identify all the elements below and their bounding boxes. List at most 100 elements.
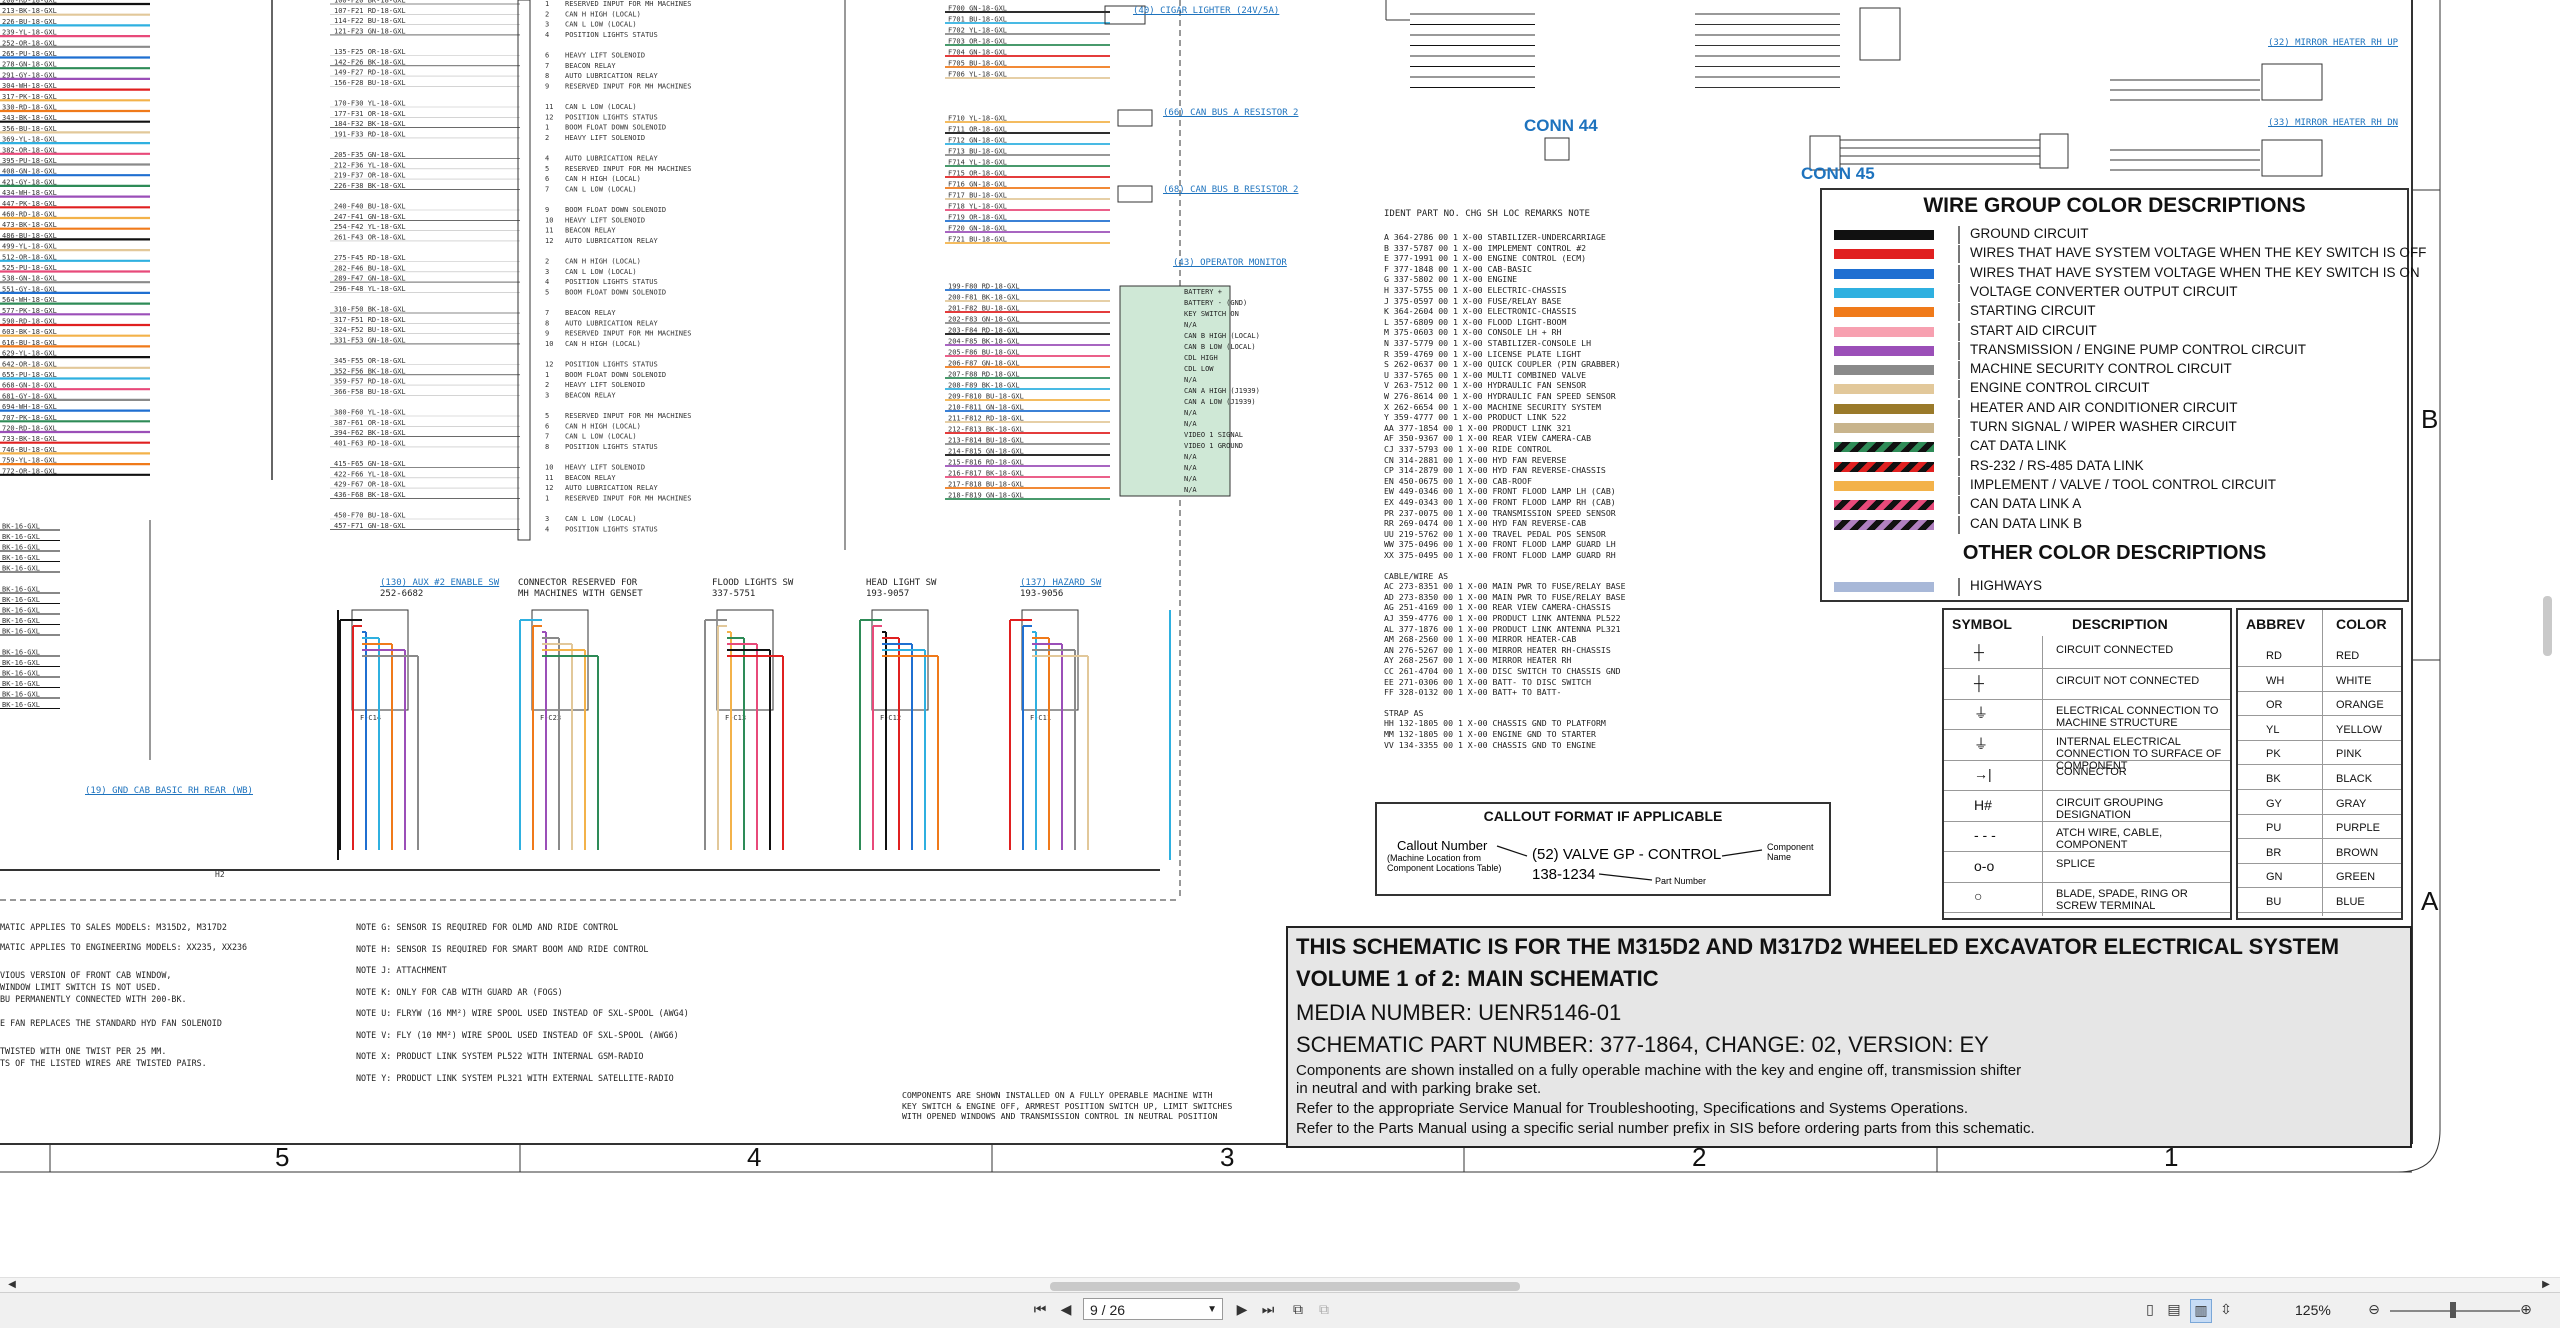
parts-table-row: AY 268-2567 00 1 X-00 MIRROR HEATER RH: [1384, 655, 1572, 666]
pin-description: HEAVY LIFT SOLENOID: [565, 52, 645, 60]
monitor-pin-label: BATTERY - (GND): [1184, 299, 1247, 307]
pin-number: 10: [545, 464, 553, 472]
parts-table-row: HH 132-1805 00 1 X-00 CHASSIS GND TO PLA…: [1384, 718, 1606, 729]
pin-number: 3: [545, 515, 549, 523]
switch-tag: F-C12: [880, 714, 901, 722]
pin-description: AUTO LUBRICATION RELAY: [565, 72, 659, 80]
can-resistor-a-link[interactable]: (66) CAN BUS A RESISTOR 2: [1163, 108, 1298, 119]
wire-code: 107-F21 RD-18-GXL: [334, 7, 406, 15]
attach-wire-icon: - - -: [1974, 827, 1996, 843]
paste-page-icon[interactable]: ⧉: [1314, 1299, 1334, 1321]
abbrev-row-line: [2238, 838, 2401, 840]
wire-code: 317-PK-18-GXL: [2, 93, 57, 101]
pin-description: BEACON RELAY: [565, 309, 616, 317]
connector-icon: →|: [1974, 766, 1992, 782]
abbrev-code: GY: [2266, 797, 2282, 810]
page-number-select[interactable]: 9 / 26 ▼: [1083, 1298, 1223, 1320]
abbrev-row-line: [2238, 789, 2401, 790]
aux-enable-switch-link[interactable]: (130) AUX #2 ENABLE SW: [380, 578, 499, 589]
switch-tag: F-C14: [360, 714, 381, 722]
wire-code: F700 GN-18-GXL: [948, 5, 1007, 13]
mirror-heater-dn-link[interactable]: (33) MIRROR HEATER RH DN: [2268, 118, 2398, 129]
wire-code: 214-F815 GN-18-GXL: [948, 448, 1024, 456]
wire-group-label: WIRES THAT HAVE SYSTEM VOLTAGE WHEN THE …: [1970, 245, 2427, 261]
pin-number: 7: [545, 309, 549, 317]
horizontal-scrollbar[interactable]: ◀ ▶: [0, 1277, 2560, 1293]
wire-code: 156-F28 BU-18-GXL: [334, 79, 406, 87]
wire-code: 291-GY-18-GXL: [2, 71, 57, 79]
horizontal-scrollbar-thumb[interactable]: [1050, 1282, 1520, 1291]
previous-page-icon[interactable]: ◀: [1056, 1299, 1076, 1321]
wire-code: 254-F42 YL-18-GXL: [334, 223, 406, 231]
abbrev-row-line: [2238, 912, 2401, 913]
wire-code: 121-F23 GN-18-GXL: [334, 27, 406, 35]
schematic-part-number: SCHEMATIC PART NUMBER: 377-1864, CHANGE:…: [1296, 1032, 1989, 1057]
parts-table-row: EX 449-0343 00 1 X-00 FRONT FLOOD LAMP R…: [1384, 497, 1616, 507]
wire-code: F712 GN-18-GXL: [948, 137, 1007, 145]
hazard-switch-link[interactable]: (137) HAZARD SW: [1020, 578, 1101, 589]
continuous-view-icon[interactable]: ▤: [2164, 1299, 2184, 1321]
parts-table-row: B 337-5787 00 1 X-00 IMPLEMENT CONTROL #…: [1384, 242, 1587, 253]
abbrev-code: PU: [2266, 822, 2282, 835]
wire-code: 707-PK-18-GXL: [2, 414, 57, 422]
wire-code: 218-F819 GN-18-GXL: [948, 492, 1024, 500]
wire-code: 149-F27 RD-18-GXL: [334, 69, 406, 77]
pin-number: 4: [545, 525, 549, 533]
zoom-out-icon[interactable]: ⊖: [2364, 1299, 2384, 1321]
switch-tag: F-C13: [725, 714, 746, 722]
parts-table-header: IDENT PART NO. CHG SH LOC REMARKS NOTE: [1384, 209, 1590, 219]
wire-code: 184-F32 BK-18-GXL: [334, 120, 406, 128]
wire-code: 289-F47 GN-18-GXL: [334, 275, 406, 283]
symbol-column-divider: [2042, 636, 2043, 916]
note-mid-line: NOTE X: PRODUCT LINK SYSTEM PL522 WITH I…: [356, 1051, 644, 1061]
pin-description: AUTO LUBRICATION RELAY: [565, 155, 659, 163]
parts-table-row: J 375-0597 00 1 X-00 FUSE/RELAY BASE: [1384, 295, 1562, 306]
abbrev-color-name: GREEN: [2336, 871, 2376, 884]
wire-group-divider: [1958, 226, 1960, 244]
head-light-switch-label: HEAD LIGHT SW: [866, 578, 937, 588]
note-left-line: TWISTED WITH ONE TWIST PER 25 MM.: [0, 1046, 167, 1056]
copy-page-icon[interactable]: ⧉: [1288, 1299, 1308, 1321]
zone-a: A: [2421, 886, 2439, 916]
callout-arrows: [1496, 845, 1763, 881]
gnd-cab-link[interactable]: (19) GND CAB BASIC RH REAR (WB): [85, 786, 253, 797]
other-color-row: HIGHWAYS: [1830, 578, 2402, 596]
facing-view-icon[interactable]: ▥: [2190, 1299, 2212, 1323]
last-page-icon[interactable]: ⏭: [1258, 1299, 1278, 1321]
pin-description: AUTO LUBRICATION RELAY: [565, 237, 659, 245]
symbol-description: BLADE, SPADE, RING OR SCREW TERMINAL: [2056, 888, 2188, 912]
parts-table-row: AA 377-1854 00 1 X-00 PRODUCT LINK 321: [1384, 422, 1572, 433]
scroll-view-icon[interactable]: ⇳: [2216, 1299, 2236, 1321]
vertical-scrollbar-thumb[interactable]: [2543, 596, 2552, 656]
operator-monitor-link[interactable]: (43) OPERATOR MONITOR: [1173, 258, 1287, 269]
wire-code: 694-WH-18-GXL: [2, 403, 57, 411]
circuit-not-connected-icon: ┼: [1974, 674, 1984, 691]
wire-color-swatch: [1834, 500, 1934, 511]
mirror-heater-up-link[interactable]: (32) MIRROR HEATER RH UP: [2268, 38, 2398, 49]
pin-number: 1: [545, 371, 549, 379]
zoom-slider-thumb[interactable]: [2450, 1302, 2456, 1318]
next-page-icon[interactable]: ▶: [1232, 1299, 1252, 1321]
parts-table-row: AF 350-9367 00 1 X-00 REAR VIEW CAMERA-C…: [1384, 433, 1592, 444]
can-resistor-b-link[interactable]: (68) CAN BUS B RESISTOR 2: [1163, 185, 1298, 196]
wire-group-label: GROUND CIRCUIT: [1970, 226, 2089, 241]
wire-code: 135-F25 OR-18-GXL: [334, 48, 406, 56]
first-page-icon[interactable]: ⏮: [1030, 1299, 1050, 1321]
wire-group-divider: [1958, 399, 1960, 418]
pin-number: 10: [545, 216, 553, 224]
single-page-view-icon[interactable]: ▯: [2140, 1299, 2160, 1321]
abbrev-color-name: PINK: [2336, 748, 2362, 761]
zoom-level: 125%: [2295, 1302, 2331, 1318]
document-viewer[interactable]: 200-RD-18-GXL 213-BK-18-GXL 226-BU-18-GXL 2…: [0, 0, 2560, 1328]
wire-group-row: TRANSMISSION / ENGINE PUMP CONTROL CIRCU…: [1830, 341, 2402, 360]
parts-table-row: E 377-1991 00 1 X-00 ENGINE CONTROL (ECM…: [1384, 253, 1587, 264]
wire-color-swatch: [1834, 365, 1934, 376]
zoom-in-icon[interactable]: ⊕: [2516, 1299, 2536, 1321]
wire-group-title: WIRE GROUP COLOR DESCRIPTIONS: [1923, 194, 2306, 217]
wire-group-legend: WIRE GROUP COLOR DESCRIPTIONS GROUND CIR…: [1820, 188, 2426, 602]
pin-number: 3: [545, 21, 549, 29]
connector-block: [517, 0, 531, 541]
cigar-lighter-link[interactable]: (40) CIGAR LIGHTER (24V/5A): [1133, 6, 1279, 17]
wire-code: 746-BU-18-GXL: [2, 446, 57, 454]
pin-description: POSITION LIGHTS STATUS: [565, 31, 658, 39]
